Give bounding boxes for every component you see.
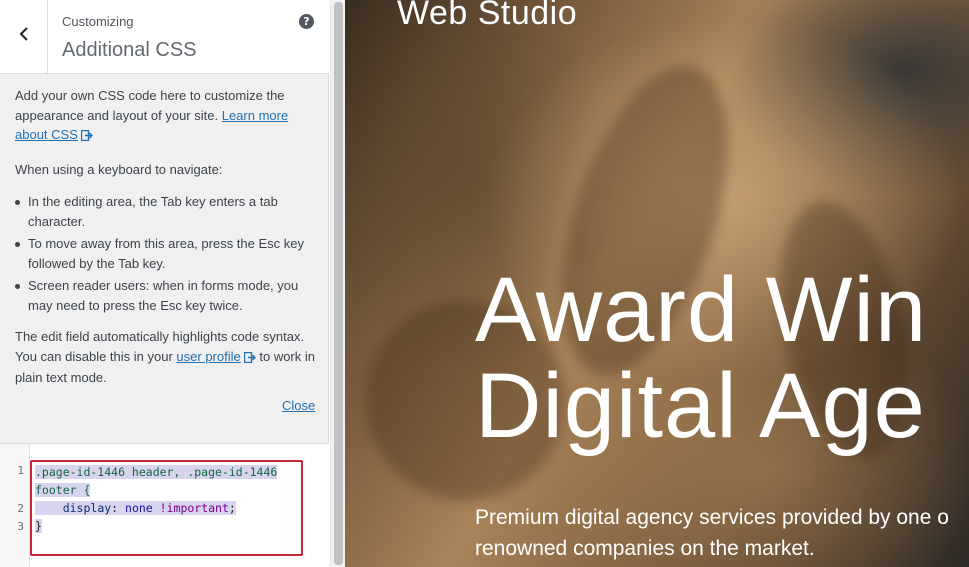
close-link[interactable]: Close [282, 398, 315, 413]
line-number-gutter: 1 2 3 [0, 444, 30, 567]
hero-subtitle: Premium digital agency services provided… [475, 502, 949, 564]
sidebar-scrollbar[interactable] [330, 0, 345, 567]
user-profile-link[interactable]: user profile [176, 349, 240, 364]
customizer-sidebar: Customizing Additional CSS ? Add your ow… [0, 0, 329, 567]
css-semicolon: ; [228, 501, 236, 515]
section-description: Add your own CSS code here to customize … [15, 86, 315, 401]
hero-subtitle-line: renowned companies on the market. [475, 537, 815, 560]
keyboard-heading: When using a keyboard to navigate: [15, 161, 223, 177]
chevron-left-icon [19, 27, 29, 46]
site-preview[interactable]: Web Studio Award Win Digital Age Premium… [345, 0, 969, 567]
list-item: To move away from this area, press the E… [15, 234, 315, 273]
line-number: 2 [17, 502, 24, 515]
keyboard-tips-list: In the editing area, the Tab key enters … [15, 192, 315, 315]
css-property: display [62, 501, 112, 515]
site-title[interactable]: Web Studio [397, 0, 577, 33]
external-link-icon [80, 127, 93, 147]
scrollbar-thumb[interactable] [334, 2, 343, 565]
hero-heading-line: Digital Age [475, 355, 926, 457]
code-textarea[interactable]: .page-id-1446 header, .page-id-1446 foot… [30, 460, 303, 556]
list-item: Screen reader users: when in forms mode,… [15, 276, 315, 315]
page-title: Additional CSS [62, 39, 197, 61]
css-code-editor[interactable]: 1 2 3 .page-id-1446 header, .page-id-144… [0, 443, 329, 567]
intro-paragraph: Add your own CSS code here to customize … [15, 86, 315, 147]
css-colon: : [111, 501, 126, 515]
section-title-wrap: Customizing Additional CSS [62, 14, 197, 63]
syntax-paragraph: The edit field automatically highlights … [15, 327, 315, 388]
code-line: footer { [35, 481, 91, 499]
hero-heading: Award Win Digital Age [475, 262, 927, 454]
code-line: } [35, 517, 42, 535]
css-important: !important [159, 501, 229, 515]
customizer-header: Customizing Additional CSS ? [0, 0, 329, 74]
code-line: .page-id-1446 header, .page-id-1446 [35, 463, 278, 481]
hero-heading-line: Award Win [475, 259, 928, 361]
css-selector: footer { [35, 483, 91, 497]
css-closing-brace: } [35, 519, 42, 533]
css-selector: .page-id-1446 header, .page-id-1446 [35, 465, 278, 479]
list-item: In the editing area, the Tab key enters … [15, 192, 315, 231]
external-link-icon [243, 349, 256, 369]
code-line: display: none !important; [35, 499, 236, 517]
breadcrumb: Customizing [62, 14, 134, 29]
back-button[interactable] [0, 0, 48, 73]
line-number: 3 [17, 520, 24, 533]
help-icon[interactable]: ? [299, 14, 314, 29]
line-number: 1 [17, 464, 24, 477]
css-value: none [125, 501, 153, 515]
hero-subtitle-line: Premium digital agency services provided… [475, 506, 949, 529]
